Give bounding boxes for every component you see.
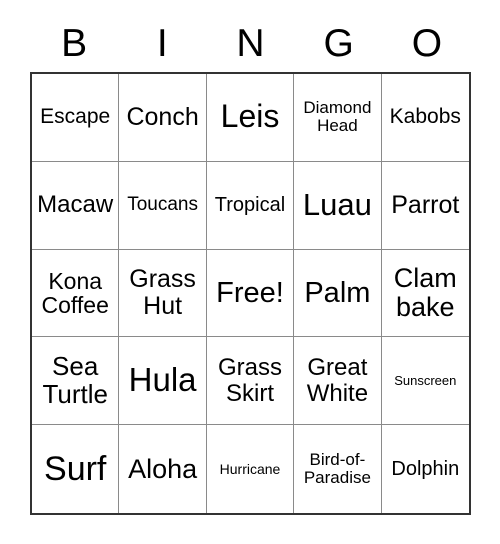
bingo-cell-free-space[interactable]: Free! [206,249,295,338]
bingo-cell[interactable]: Parrot [381,161,469,250]
bingo-cell-label: Bird-of- Paradise [303,450,371,488]
bingo-cell-label: Hula [128,361,197,399]
bingo-grid: Escape Conch Leis Diamond Head Kabobs Ma… [30,72,471,515]
bingo-cell-label: Sunscreen [394,372,457,388]
bingo-cell[interactable]: Leis [206,74,295,162]
bingo-cell-label: Great White [306,354,369,407]
bingo-cell[interactable]: Sunscreen [381,337,469,426]
bingo-cell-label: Conch [126,103,199,132]
bingo-cell-label: Free! [216,276,284,309]
bingo-header-letter-n: N [236,21,265,65]
bingo-cell-label: Leis [220,98,280,135]
bingo-cell-label: Grass Skirt [217,354,282,407]
bingo-cell[interactable]: Luau [294,161,382,250]
bingo-cell[interactable]: Sea Turtle [32,337,120,426]
bingo-cell[interactable]: Hurricane [206,425,295,513]
bingo-cell-label: Escape [40,105,111,129]
bingo-cell[interactable]: Grass Skirt [206,337,295,426]
bingo-cell[interactable]: Diamond Head [294,74,382,162]
bingo-cell[interactable]: Great White [294,337,382,426]
bingo-cell[interactable]: Grass Hut [119,249,207,338]
bingo-cell[interactable]: Bird-of- Paradise [294,425,382,513]
bingo-cell[interactable]: Tropical [206,161,295,250]
bingo-cell[interactable]: Surf [32,425,120,513]
bingo-cell[interactable]: Escape [32,74,120,162]
bingo-cell[interactable]: Hula [119,337,207,426]
bingo-card: B I N G O Escape Conch Leis Diamond Head… [0,0,500,544]
bingo-cell-label: Tropical [214,193,286,216]
bingo-cell-label: Luau [302,186,372,222]
bingo-cell[interactable]: Clam bake [381,249,469,338]
bingo-cell[interactable]: Kona Coffee [32,249,120,338]
bingo-cell-label: Hurricane [219,460,281,477]
bingo-cell[interactable]: Kabobs [381,74,469,162]
bingo-cell[interactable]: Dolphin [381,425,469,513]
bingo-cell-label: Parrot [391,190,460,219]
bingo-cell-label: Dolphin [391,457,460,480]
bingo-cell-label: Toucans [127,194,198,216]
bingo-cell-label: Kabobs [389,105,461,129]
bingo-cell-label: Kona Coffee [41,267,109,318]
bingo-cell[interactable]: Macaw [32,161,120,250]
bingo-cell[interactable]: Aloha [119,425,207,513]
bingo-cell[interactable]: Palm [294,249,382,338]
bingo-cell[interactable]: Toucans [119,161,207,250]
bingo-cell-label: Diamond Head [303,98,372,136]
bingo-cell[interactable]: Conch [119,74,207,162]
bingo-cell-label: Grass Hut [129,265,196,320]
bingo-header-row: B I N G O [30,14,471,72]
bingo-cell-label: Surf [44,450,107,489]
bingo-cell-label: Clam bake [393,263,457,322]
bingo-cell-label: Sea Turtle [42,351,108,409]
bingo-header-letter-o: O [411,21,443,65]
bingo-header-letter-b: B [61,21,88,65]
bingo-header-letter-g: G [323,21,354,65]
bingo-cell-label: Macaw [37,191,114,219]
bingo-cell-label: Aloha [128,453,198,484]
bingo-header-letter-i: I [156,21,168,65]
bingo-cell-label: Palm [304,276,371,309]
